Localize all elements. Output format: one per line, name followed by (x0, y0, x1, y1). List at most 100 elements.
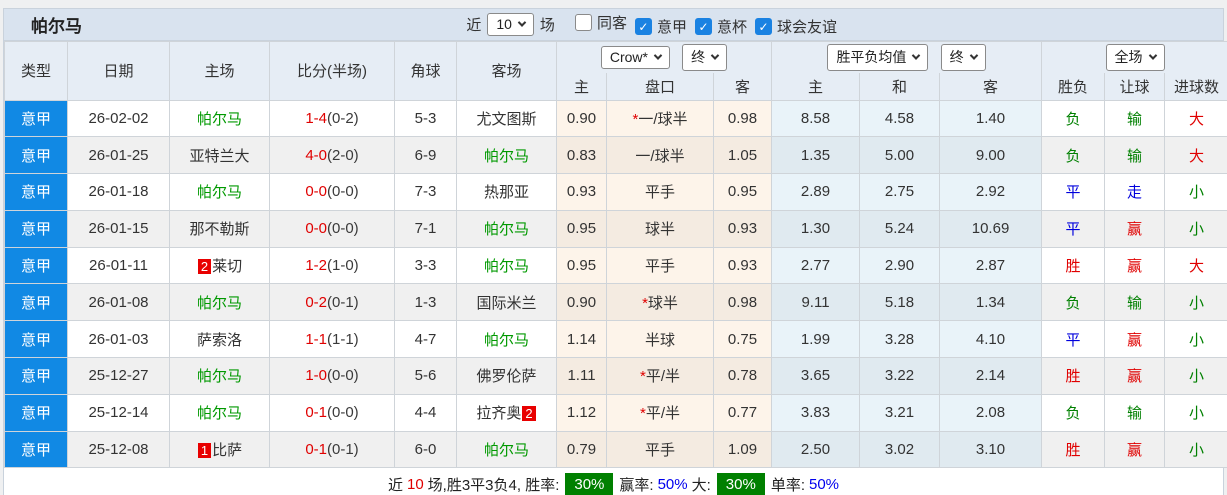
full-time-score: 1-0 (305, 367, 327, 385)
date-cell: 26-01-15 (67, 209, 170, 248)
away-rank-badge: 2 (522, 406, 536, 422)
home-team-cell: 2 莱切 (169, 246, 270, 285)
odds-source-select[interactable]: Crow* (600, 46, 670, 69)
checkbox-checked-icon[interactable]: ✓ (754, 18, 772, 36)
bet-result-cell: 赢 (1104, 209, 1166, 248)
away-team-cell: 尤文图斯 (456, 99, 557, 138)
handicap-cell: *平/半 (606, 357, 714, 395)
league-cell: 意甲 (4, 357, 68, 395)
corners-cell: 4-7 (394, 320, 457, 359)
odds-home-cell: 0.79 (556, 430, 607, 469)
odds-source-value: Crow* (609, 49, 648, 65)
odds-home-cell: 0.95 (556, 246, 607, 285)
result-cell: 胜 (1041, 357, 1106, 395)
handicap-cell: 一/球半 (606, 136, 714, 175)
scope-value: 全场 (1114, 49, 1143, 65)
avg-source-select[interactable]: 胜平负均值 (827, 44, 929, 71)
league-cell: 意甲 (4, 136, 68, 175)
away-team-cell: 佛罗伦萨 (456, 357, 557, 395)
home-team-cell: 帕尔马 (169, 393, 270, 432)
league-cell: 意甲 (4, 283, 68, 322)
odds-away-cell: 0.98 (712, 283, 773, 322)
checkbox-label[interactable]: 意杯 (717, 16, 747, 37)
home-team-cell: 帕尔马 (169, 283, 270, 322)
full-time-score: 0-1 (305, 404, 327, 422)
handicap-text: 平手 (644, 184, 675, 202)
matches-label: 场 (539, 17, 555, 34)
away-team-cell: 帕尔马 (456, 209, 557, 248)
checkbox-label[interactable]: 意甲 (657, 16, 687, 37)
handicap-cell: *球半 (606, 283, 714, 322)
avg-away-cell: 1.40 (939, 99, 1043, 138)
score-cell: 4-0(2-0) (269, 136, 395, 175)
checkbox-checked-icon[interactable]: ✓ (694, 18, 712, 36)
away-team: 尤文图斯 (476, 110, 537, 128)
away-team-cell: 帕尔马 (456, 430, 557, 469)
away-team: 热那亚 (483, 184, 529, 202)
home-team: 帕尔马 (196, 368, 242, 386)
league-cell: 意甲 (4, 99, 68, 138)
subcol-bet: 让球 (1104, 73, 1166, 101)
score-cell: 1-4(0-2) (269, 99, 395, 138)
result-cell: 负 (1041, 283, 1106, 322)
odds-time-select[interactable]: 终 (682, 44, 728, 71)
avg-group-header: 胜平负均值 终 (771, 41, 1043, 73)
odds-away-cell: 0.93 (712, 246, 773, 285)
col-header-score: 比分(半场) (269, 41, 395, 101)
col-header-home: 主场 (169, 41, 270, 101)
away-team-cell: 帕尔马 (456, 246, 557, 285)
corners-cell: 6-0 (394, 430, 457, 469)
date-cell: 26-01-25 (67, 136, 170, 175)
subcol-handicap: 盘口 (606, 73, 714, 101)
result-cell: 负 (1041, 393, 1106, 432)
filter-checkbox-同客[interactable]: 同客 (574, 12, 627, 33)
filter-checkbox-意甲[interactable]: ✓ 意甲 (634, 16, 687, 37)
bet-result-cell: 赢 (1104, 357, 1166, 395)
checkbox-checked-icon[interactable]: ✓ (634, 18, 652, 36)
home-rank-badge: 1 (197, 443, 212, 459)
win-rate-badge: 30% (565, 473, 614, 495)
away-team: 帕尔马 (483, 147, 529, 165)
goals-result-cell: 小 (1164, 430, 1227, 469)
avg-home-cell: 1.30 (771, 209, 861, 248)
checkbox-label[interactable]: 同客 (597, 12, 627, 33)
filter-checkbox-意杯[interactable]: ✓ 意杯 (694, 16, 747, 37)
col-header-corners: 角球 (394, 41, 457, 101)
match-table: 类型 日期 主场 比分(半场) 角球 客场 Crow* 终 胜平负均值 终 全场… (4, 41, 1227, 469)
chevron-down-icon (912, 51, 921, 60)
recent-count-value: 10 (496, 16, 512, 32)
date-cell: 26-01-18 (67, 173, 170, 211)
league-cell: 意甲 (4, 393, 68, 432)
filter-checkbox-球会友谊[interactable]: ✓ 球会友谊 (754, 16, 837, 37)
goals-result-cell: 小 (1164, 357, 1227, 395)
avg-home-cell: 1.99 (771, 320, 861, 359)
scope-select[interactable]: 全场 (1105, 44, 1165, 71)
col-header-date: 日期 (67, 41, 170, 101)
result-cell: 负 (1041, 136, 1106, 175)
avg-time-select[interactable]: 终 (940, 44, 986, 71)
league-cell: 意甲 (4, 209, 68, 248)
avg-source-value: 胜平负均值 (836, 49, 907, 65)
checkbox-unchecked-icon[interactable] (574, 13, 592, 31)
yinglv-value: 50% (657, 476, 688, 494)
checkbox-label[interactable]: 球会友谊 (777, 16, 837, 37)
filter-checkboxes: 同客 ✓ 意甲 ✓ 意杯 ✓ 球会友谊 (561, 12, 837, 38)
handicap-text: 球半 (644, 221, 675, 239)
handicap-text: 球半 (647, 294, 678, 312)
away-team-cell: 拉齐奥 2 (456, 393, 557, 432)
avg-away-cell: 4.10 (939, 320, 1043, 359)
corners-cell: 6-9 (394, 136, 457, 175)
odds-away-cell: 0.77 (712, 393, 773, 432)
avg-home-cell: 3.65 (771, 357, 861, 395)
league-cell: 意甲 (4, 246, 68, 285)
date-cell: 26-02-02 (67, 99, 170, 138)
avg-home-cell: 2.77 (771, 246, 861, 285)
corners-cell: 1-3 (394, 283, 457, 322)
avg-draw-cell: 2.75 (859, 173, 941, 211)
avg-draw-cell: 3.22 (859, 357, 941, 395)
handicap-cell: 半球 (606, 320, 714, 359)
corners-cell: 4-4 (394, 393, 457, 432)
result-cell: 平 (1041, 320, 1106, 359)
odds-home-cell: 1.14 (556, 320, 607, 359)
recent-count-select[interactable]: 10 (487, 13, 534, 36)
